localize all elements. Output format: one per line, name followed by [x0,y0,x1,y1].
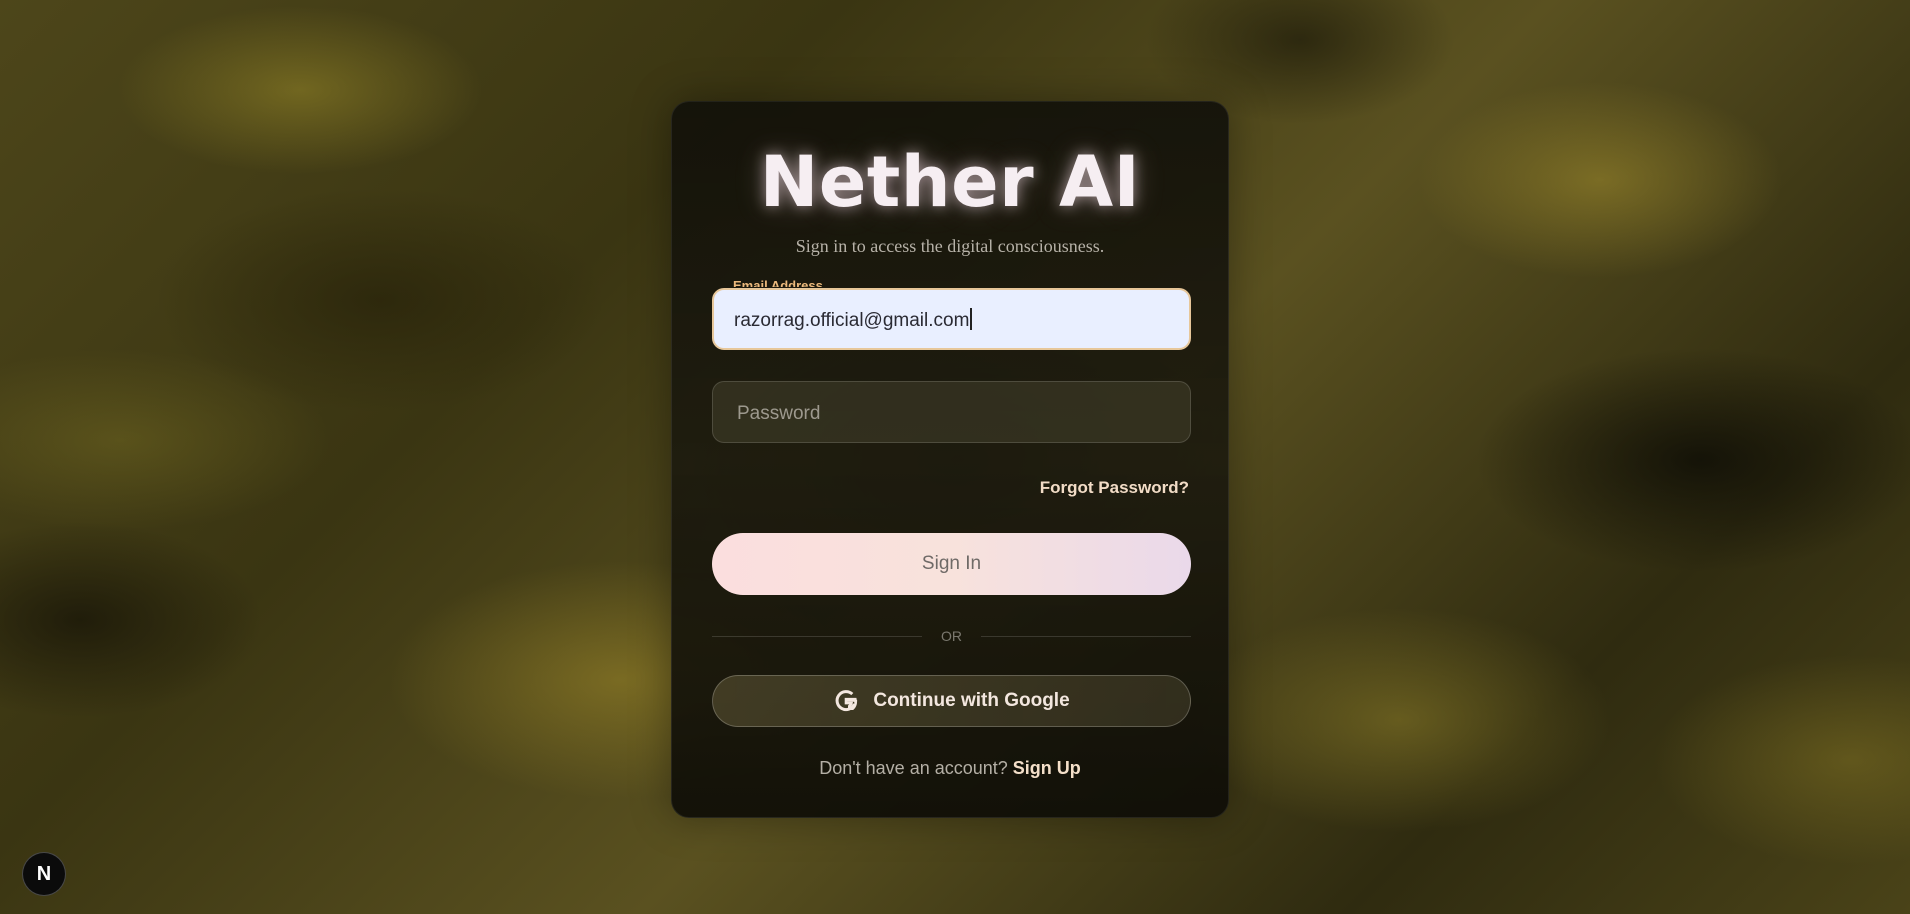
forgot-password-link[interactable]: Forgot Password? [1040,478,1189,498]
text-caret [970,308,973,330]
signup-prompt: Don't have an account? [819,758,1008,778]
sign-in-label: Sign In [921,553,982,574]
sign-in-button[interactable]: Sign In [712,533,1191,595]
google-button-label: Continue with Google [873,690,1070,711]
google-icon [833,688,859,714]
google-sign-in-button[interactable]: Continue with Google [712,675,1191,727]
divider-line-right [981,636,1191,637]
login-card: Nether AI Sign in to access the digital … [671,101,1229,818]
password-placeholder: Password [737,403,821,424]
page-title: Nether AI [759,141,1141,223]
email-value: razorrag.official@gmail.com [734,310,970,331]
or-divider: OR [712,626,1191,646]
email-label: Email Address [733,278,823,287]
sign-up-link[interactable]: Sign Up [1013,758,1081,778]
page-subtitle: Sign in to access the digital consciousn… [795,236,1105,256]
signup-row: Don't have an account? Sign Up [672,758,1228,779]
email-field[interactable]: Email Address razorrag.official@gmail.co… [712,278,1191,350]
nextjs-dev-badge[interactable]: N [22,852,66,896]
password-field[interactable]: Password [712,381,1191,443]
nextjs-icon: N [36,862,52,885]
email-value-wrap: razorrag.official@gmail.com [734,308,973,332]
